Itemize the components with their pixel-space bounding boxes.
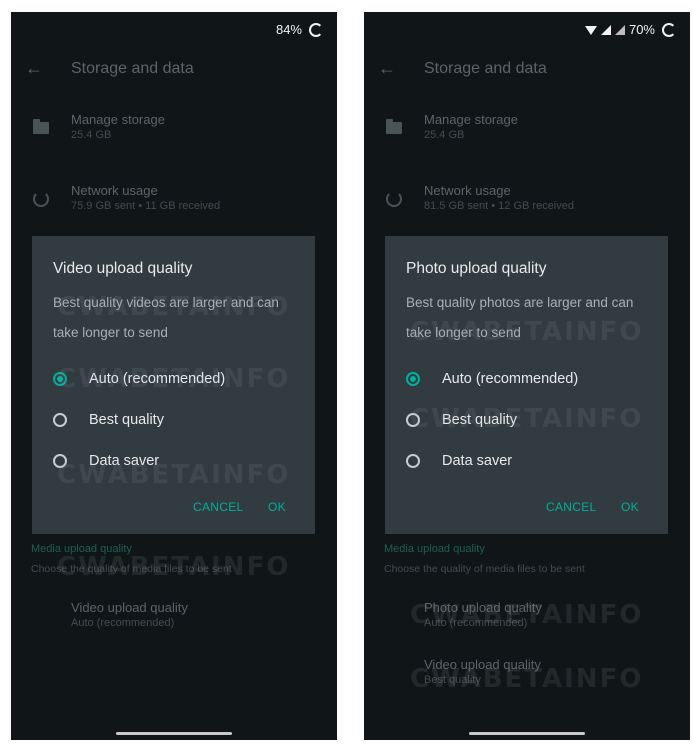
signal-icon: [600, 24, 611, 35]
row-subtitle: 25.4 GB: [71, 129, 112, 141]
radio-unselected-icon[interactable]: [53, 413, 67, 427]
option-auto[interactable]: Auto (recommended): [406, 366, 578, 392]
app-bar: ← Storage and data: [364, 46, 690, 92]
folder-icon: [33, 119, 49, 134]
setting-title: Video upload quality: [71, 600, 188, 615]
row-title: Network usage: [424, 183, 511, 198]
watermark: CWABETAINFO: [410, 600, 644, 630]
watermark: CWABETAINFO: [57, 460, 291, 490]
status-bar: 70%: [364, 12, 690, 46]
cancel-button[interactable]: CANCEL: [546, 500, 596, 514]
status-bar: 84%: [11, 12, 337, 46]
watermark: CWABETAINFO: [57, 364, 291, 394]
watermark: CWABETAINFO: [410, 404, 644, 434]
radio-selected-icon[interactable]: [406, 372, 420, 386]
setting-subtitle: Auto (recommended): [71, 617, 175, 629]
watermark: CWABETAINFO: [410, 317, 644, 347]
section-header: Media upload quality: [384, 543, 485, 555]
ok-button[interactable]: OK: [621, 500, 639, 514]
ok-button[interactable]: OK: [268, 500, 286, 514]
option-best-quality[interactable]: Best quality: [53, 407, 164, 433]
row-title: Manage storage: [71, 112, 165, 127]
section-description: Choose the quality of media files to be …: [384, 563, 585, 575]
wifi-icon: [584, 26, 597, 35]
battery-percent: 84%: [275, 22, 302, 37]
back-arrow-icon[interactable]: ←: [378, 58, 396, 79]
phone-screen-left: 84% ← Storage and data Manage storage 25…: [11, 12, 337, 740]
signal-icon: [614, 24, 625, 35]
photo-upload-quality-dialog: Photo upload quality Best quality photos…: [385, 236, 668, 534]
battery-icon: [662, 22, 676, 37]
back-arrow-icon[interactable]: ←: [25, 58, 43, 79]
folder-icon: [386, 119, 402, 134]
watermark: CWABETAINFO: [57, 552, 291, 582]
option-label: Data saver: [442, 453, 513, 469]
row-subtitle: 75.9 GB sent • 11 GB received: [71, 200, 221, 212]
row-title: Manage storage: [424, 112, 518, 127]
option-data-saver[interactable]: Data saver: [406, 448, 512, 474]
network-usage-icon: [33, 191, 49, 207]
option-label: Best quality: [89, 412, 164, 428]
app-bar: ← Storage and data: [11, 46, 337, 92]
option-label: Auto (recommended): [442, 371, 579, 387]
watermark: CWABETAINFO: [410, 664, 644, 694]
radio-unselected-icon[interactable]: [406, 454, 420, 468]
row-title: Network usage: [71, 183, 158, 198]
battery-icon: [309, 22, 323, 37]
watermark: CWABETAINFO: [57, 292, 291, 322]
phone-screen-right: 70% ← Storage and data Manage storage 25…: [364, 12, 690, 740]
cancel-button[interactable]: CANCEL: [193, 500, 243, 514]
battery-percent: 70%: [628, 22, 655, 37]
network-usage-icon: [386, 191, 402, 207]
dialog-title: Video upload quality: [53, 260, 193, 277]
page-title: Storage and data: [71, 60, 194, 77]
row-subtitle: 25.4 GB: [424, 129, 465, 141]
dialog-title: Photo upload quality: [406, 260, 547, 277]
page-title: Storage and data: [424, 60, 547, 77]
row-subtitle: 81.5 GB sent • 12 GB received: [424, 200, 574, 212]
gesture-nav-bar[interactable]: [116, 732, 232, 735]
gesture-nav-bar[interactable]: [469, 732, 585, 735]
